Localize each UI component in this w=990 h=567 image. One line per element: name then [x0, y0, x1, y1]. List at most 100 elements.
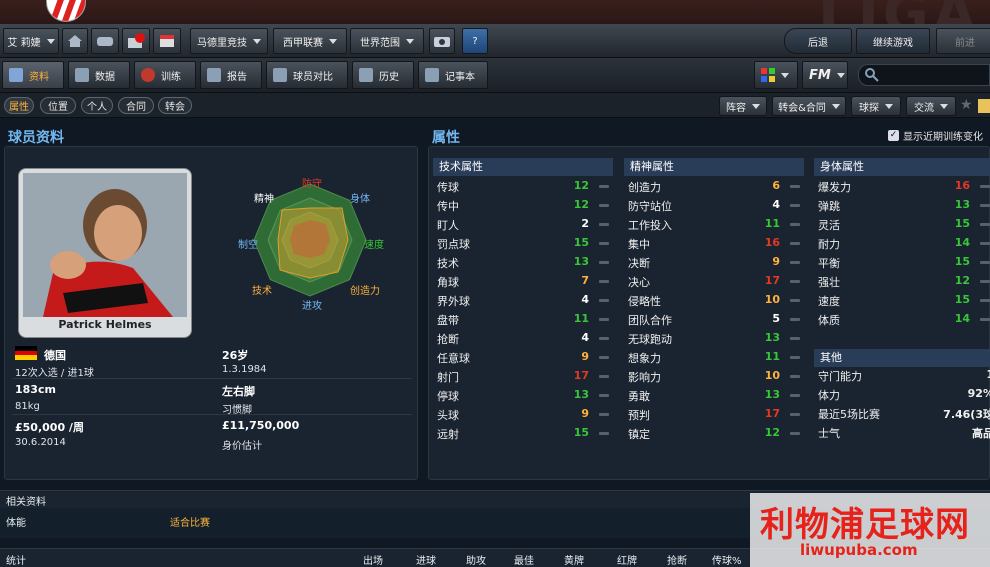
- stats-column-header[interactable]: 红牌: [617, 552, 637, 567]
- stats-column-header[interactable]: 传球%: [712, 552, 742, 567]
- change-indicator-icon: [790, 261, 800, 264]
- attribute-row[interactable]: 头球 9: [437, 407, 613, 425]
- scout-menu-button[interactable]: 球探: [851, 96, 901, 116]
- stats-column-header[interactable]: 黄牌: [564, 552, 584, 567]
- attribute-row[interactable]: 想象力 11: [628, 350, 804, 368]
- attribute-row[interactable]: 守门能力 1: [818, 368, 990, 386]
- attribute-row[interactable]: 预判 17: [628, 407, 804, 425]
- note-icon[interactable]: [978, 99, 990, 113]
- change-indicator-icon: [980, 299, 990, 302]
- attribute-row[interactable]: 耐力 14: [818, 236, 990, 254]
- subtab-transfer[interactable]: 转会: [158, 97, 192, 114]
- attribute-row[interactable]: 罚点球 15: [437, 236, 613, 254]
- screenshot-button[interactable]: [429, 28, 455, 54]
- attribute-name: 罚点球: [437, 238, 470, 251]
- camera-icon: [434, 37, 450, 47]
- attribute-row[interactable]: 技术 13: [437, 255, 613, 273]
- attribute-row[interactable]: 盘带 11: [437, 312, 613, 330]
- attribute-row[interactable]: 射门 17: [437, 369, 613, 387]
- windows-menu-button[interactable]: [754, 61, 798, 89]
- attribute-row[interactable]: 盯人 2: [437, 217, 613, 235]
- attribute-row[interactable]: 爆发力 16: [818, 179, 990, 197]
- tab-training[interactable]: 训练: [134, 61, 196, 89]
- home-button[interactable]: [62, 28, 88, 54]
- back-button[interactable]: 后退: [784, 28, 852, 54]
- star-icon[interactable]: ★: [960, 97, 973, 113]
- attribute-row[interactable]: 平衡 15: [818, 255, 990, 273]
- inbox-button[interactable]: [91, 28, 119, 54]
- tab-report[interactable]: 报告: [200, 61, 262, 89]
- attribute-row[interactable]: 界外球 4: [437, 293, 613, 311]
- attribute-row[interactable]: 体力 92%: [818, 387, 990, 405]
- tab-compare[interactable]: 球员对比: [266, 61, 348, 89]
- attribute-row[interactable]: 工作投入 11: [628, 217, 804, 235]
- attribute-row[interactable]: 士气 高品: [818, 425, 990, 443]
- attribute-row[interactable]: 角球 7: [437, 274, 613, 292]
- tab-label: 球员对比: [293, 71, 333, 83]
- attribute-name: 最近5场比赛: [818, 408, 880, 421]
- transfer-menu-button[interactable]: 转会&合同: [772, 96, 846, 116]
- news-button[interactable]: [122, 28, 150, 54]
- attribute-row[interactable]: 灵活 15: [818, 217, 990, 235]
- watermark-url: liwupuba.com: [800, 541, 918, 559]
- world-menu-button[interactable]: 世界范围: [350, 28, 424, 54]
- attribute-row[interactable]: 集中 16: [628, 236, 804, 254]
- attribute-row[interactable]: 抢断 4: [437, 331, 613, 349]
- attribute-row[interactable]: 团队合作 5: [628, 312, 804, 330]
- subtab-attributes[interactable]: 属性: [4, 97, 34, 114]
- tab-history[interactable]: 历史: [352, 61, 414, 89]
- search-icon: [865, 68, 879, 82]
- forward-button[interactable]: 前进: [936, 28, 990, 54]
- attribute-row[interactable]: 体质 14: [818, 312, 990, 330]
- attribute-row[interactable]: 最近5场比赛 7.46(3球: [818, 406, 990, 424]
- attribute-name: 远射: [437, 428, 459, 441]
- subtab-contract[interactable]: 合同: [118, 97, 154, 114]
- attribute-name: 头球: [437, 409, 459, 422]
- stats-column-header[interactable]: 最佳: [514, 552, 534, 567]
- exchange-menu-button[interactable]: 交流: [906, 96, 956, 116]
- attribute-row[interactable]: 传球 12: [437, 179, 613, 197]
- change-indicator-icon: [790, 394, 800, 397]
- attribute-row[interactable]: 影响力 10: [628, 369, 804, 387]
- change-indicator-icon: [980, 204, 990, 207]
- attribute-row[interactable]: 创造力 6: [628, 179, 804, 197]
- attribute-row[interactable]: 决断 9: [628, 255, 804, 273]
- attribute-row[interactable]: 防守站位 4: [628, 198, 804, 216]
- squad-menu-button[interactable]: 阵容: [719, 96, 767, 116]
- subtab-positions[interactable]: 位置: [40, 97, 76, 114]
- attribute-row[interactable]: 侵略性 10: [628, 293, 804, 311]
- tab-profile[interactable]: 资料: [2, 61, 64, 89]
- subtab-personal[interactable]: 个人: [81, 97, 113, 114]
- stats-column-header[interactable]: 抢断: [667, 552, 687, 567]
- attribute-row[interactable]: 镇定 12: [628, 426, 804, 444]
- fm-menu-button[interactable]: FM: [802, 61, 848, 89]
- chevron-down-icon: [836, 72, 845, 78]
- attribute-row[interactable]: 远射 15: [437, 426, 613, 444]
- attribute-row[interactable]: 强壮 12: [818, 274, 990, 292]
- attributes-section-title: 属性: [432, 130, 460, 146]
- tab-notes[interactable]: 记事本: [418, 61, 488, 89]
- attribute-row[interactable]: 任意球 9: [437, 350, 613, 368]
- calendar-button[interactable]: [153, 28, 181, 54]
- league-menu-button[interactable]: 西甲联赛: [273, 28, 347, 54]
- manager-menu-button[interactable]: 艾 莉婕: [3, 28, 59, 54]
- other-header: 其他: [814, 349, 990, 367]
- stats-column-header[interactable]: 出场: [363, 552, 383, 567]
- attribute-row[interactable]: 速度 15: [818, 293, 990, 311]
- search-input[interactable]: [858, 64, 990, 86]
- stats-column-header[interactable]: 助攻: [466, 552, 486, 567]
- stats-column-header[interactable]: 进球: [416, 552, 436, 567]
- attribute-row[interactable]: 勇敢 13: [628, 388, 804, 406]
- radar-inner-shape: [290, 220, 330, 258]
- help-button[interactable]: ?: [462, 28, 488, 54]
- attribute-row[interactable]: 传中 12: [437, 198, 613, 216]
- attribute-row[interactable]: 决心 17: [628, 274, 804, 292]
- attribute-row[interactable]: 弹跳 13: [818, 198, 990, 216]
- continue-button[interactable]: 继续游戏: [856, 28, 930, 54]
- attribute-row[interactable]: 无球跑动 13: [628, 331, 804, 349]
- show-changes-checkbox[interactable]: ✓ 显示近期训练变化: [888, 128, 983, 143]
- attribute-name: 盘带: [437, 314, 459, 327]
- club-menu-button[interactable]: 马德里竞技: [190, 28, 268, 54]
- attribute-row[interactable]: 停球 13: [437, 388, 613, 406]
- tab-stats[interactable]: 数据: [68, 61, 130, 89]
